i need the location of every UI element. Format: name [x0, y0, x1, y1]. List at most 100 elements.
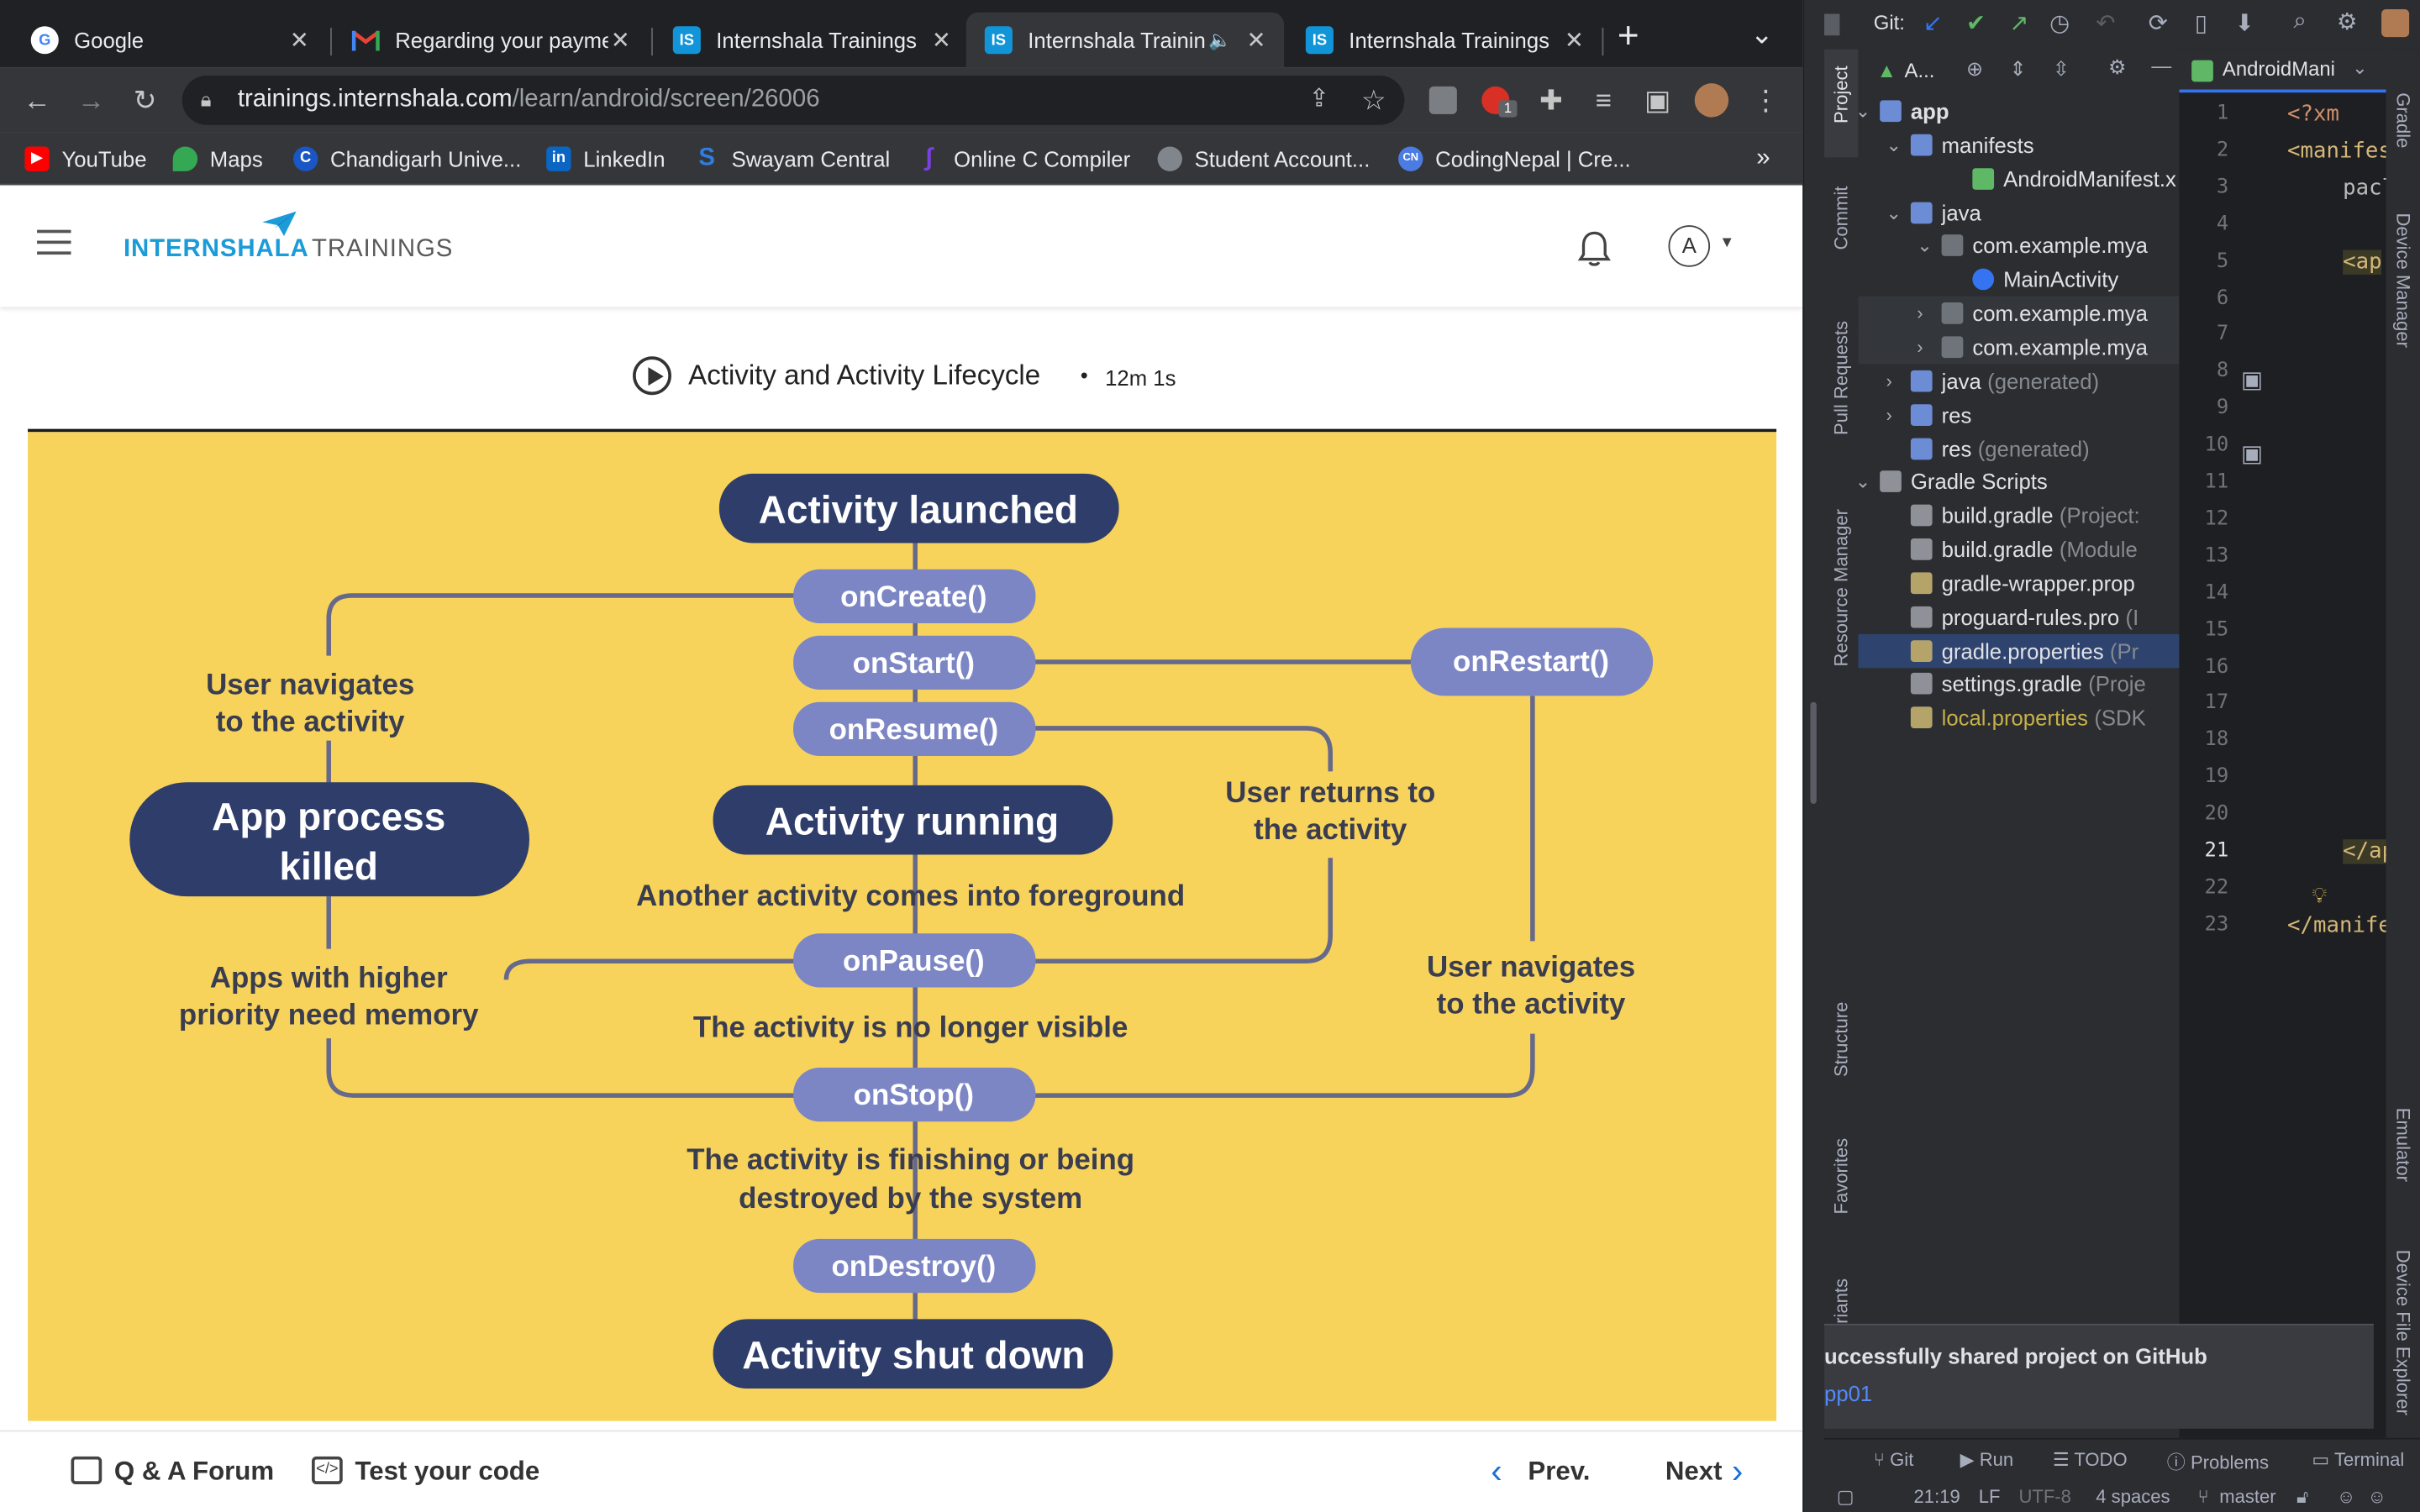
status-git[interactable]: ⑂ Git [1874, 1449, 1914, 1471]
code-editor[interactable]: 1 2 3 4 5 6 7 8 9 10 11 12 13 14 15 16 17 18 19 20 21 22 23 <?… [2179, 49, 2420, 1438]
chevron-right-icon[interactable]: › [1886, 364, 1904, 397]
puzzle-icon[interactable]: ✚ [1533, 81, 1570, 118]
bell-icon[interactable] [1577, 230, 1611, 276]
tree-item[interactable]: AndroidManifest.x [1858, 161, 2179, 195]
qa-forum-button[interactable]: Q & A Forum [114, 1457, 274, 1488]
test-code-button[interactable]: Test your code [355, 1457, 539, 1488]
tree-item[interactable]: ⌄ manifests [1858, 128, 2179, 161]
tool-emulator[interactable]: Emulator [2392, 1108, 2414, 1182]
bookmark-maps[interactable]: Maps [172, 145, 263, 173]
chevron-right-icon[interactable]: › [1732, 1452, 1743, 1492]
tab-internshala-3[interactable]: IS Internshala Trainings ✕ [1287, 13, 1602, 68]
tree-item[interactable]: gradle.properties (Pr [1858, 633, 2180, 668]
resize-handle[interactable] [1810, 701, 1817, 804]
close-icon[interactable]: ✕ [1562, 26, 1586, 54]
bookmark-linkedin[interactable]: in LinkedIn [546, 145, 666, 173]
minimize-icon[interactable]: — [2151, 54, 2171, 77]
chevron-right-icon[interactable]: › [1917, 297, 1935, 330]
user-avatar[interactable]: A [1668, 225, 1711, 267]
rollback-icon[interactable]: ↶ [2096, 9, 2115, 37]
tree-item[interactable]: › java (generated) [1858, 364, 2179, 397]
bookmark-swayam[interactable]: S Swayam Central [695, 145, 890, 173]
tree-item[interactable]: build.gradle (Module [1858, 533, 2179, 566]
tab-search-button[interactable]: ⌄ [1750, 18, 1774, 51]
gradle-sync-icon[interactable]: ⟳ [2149, 9, 2168, 37]
close-icon[interactable]: ✕ [608, 26, 633, 54]
tool-structure[interactable]: Structure [1830, 1002, 1852, 1077]
address-bar[interactable]: 🔒︎ trainings.internshala.com/learn/andro… [182, 76, 1405, 125]
git-push-icon[interactable]: ↗ [2009, 9, 2028, 37]
play-circle-icon[interactable] [633, 356, 671, 396]
tool-device-file-explorer[interactable]: Device File Explorer [2392, 1250, 2414, 1415]
menu-kebab-icon[interactable]: ⋮ [1747, 81, 1784, 118]
tab-internshala-active[interactable]: IS Internshala Trainin 🔈 ✕ [965, 12, 1285, 68]
tree-item[interactable]: build.gradle (Project: [1858, 499, 2179, 533]
tool-device-manager[interactable]: Device Manager [2392, 213, 2414, 347]
status-todo[interactable]: ☰ TODO [2053, 1449, 2128, 1471]
tree-item[interactable]: ⌄ Gradle Scripts [1858, 465, 2179, 498]
bookmark-student-account[interactable]: Student Account... [1157, 145, 1370, 173]
tree-item[interactable]: local.properties (SDK [1858, 701, 2179, 734]
bookmark-youtube[interactable]: ▶ YouTube [24, 145, 147, 173]
status-terminal[interactable]: ▭ Terminal [2312, 1449, 2404, 1471]
speaker-icon[interactable]: 🔈 [1208, 29, 1231, 51]
ide-avatar[interactable] [2381, 9, 2410, 38]
tool-resource-manager[interactable]: Resource Manager [1830, 509, 1852, 666]
chevron-down-icon[interactable]: ⌄ [1886, 195, 1904, 228]
side-panel-icon[interactable]: ▣ [1639, 81, 1676, 118]
next-button[interactable]: Next [1665, 1457, 1723, 1488]
status-window-icon[interactable]: ▢ [1837, 1486, 1854, 1508]
status-cursor-position[interactable]: 21:19 [1914, 1486, 1960, 1508]
chevron-down-icon[interactable]: ⌄ [1858, 94, 1873, 128]
close-icon[interactable]: ✕ [1244, 26, 1268, 54]
tab-internshala-1[interactable]: IS Internshala Trainings ✕ [655, 13, 970, 68]
bookmark-chandigarh[interactable]: C Chandigarh Unive... [292, 145, 521, 173]
prev-button[interactable]: Prev. [1528, 1457, 1590, 1488]
tool-pull-requests[interactable]: Pull Requests [1830, 321, 1852, 435]
extension-red-icon[interactable]: 1 [1477, 81, 1518, 118]
tree-item[interactable]: › com.example.mya [1858, 296, 2180, 331]
lightbulb-icon[interactable]: 💡︎ [2312, 883, 2327, 909]
notification-link[interactable]: pp01 [1824, 1381, 1872, 1405]
chevron-right-icon[interactable]: › [1886, 397, 1904, 431]
tree-item[interactable]: settings.gradle (Proje [1858, 667, 2179, 701]
expand-all-icon[interactable]: ⇕ [2009, 57, 2026, 81]
reload-icon[interactable]: ↻ [127, 81, 164, 118]
tree-item[interactable]: gradle-wrapper.prop [1858, 566, 2179, 600]
tool-build-variants[interactable]: riants [1830, 1278, 1852, 1324]
tool-commit[interactable]: Commit [1830, 186, 1852, 250]
github-share-notification[interactable]: uccessfully shared project on GitHub pp0… [1824, 1323, 2374, 1429]
tool-project[interactable]: Project [1830, 66, 1852, 123]
bookmark-codingnepal[interactable]: CN CodingNepal | Cre... [1398, 145, 1631, 173]
lock-icon[interactable]: 🔓︎ [2296, 1486, 2308, 1509]
tool-favorites[interactable]: Favorites [1830, 1138, 1852, 1215]
device-manager-icon[interactable]: ▯ [2195, 9, 2207, 37]
target-icon[interactable]: ⊕ [1966, 57, 1983, 81]
status-run[interactable]: ▶ Run [1960, 1449, 2014, 1471]
hamburger-icon[interactable] [37, 229, 71, 255]
profile-avatar[interactable] [1693, 81, 1730, 118]
collapse-all-icon[interactable]: ⇳ [2053, 57, 2070, 81]
search-icon[interactable]: ⌕ [2293, 8, 2306, 34]
status-problems[interactable]: ⓘ Problems [2167, 1449, 2269, 1475]
tab-list-chevron-icon[interactable]: ⌄ [2352, 57, 2367, 79]
tree-item[interactable]: res (generated) [1858, 431, 2179, 465]
forward-icon[interactable]: → [72, 81, 109, 118]
extension-grey-icon[interactable] [1424, 81, 1461, 118]
tab-gmail[interactable]: Regarding your payme ✕ [334, 13, 649, 68]
chevron-down-icon[interactable]: ▼ [1719, 234, 1734, 251]
chevron-left-icon[interactable]: ‹ [1491, 1452, 1502, 1492]
new-tab-button[interactable]: + [1618, 18, 1639, 55]
bookmark-online-c[interactable]: ∫ Online C Compiler [917, 145, 1131, 173]
history-icon[interactable]: ◷ [2049, 9, 2070, 37]
chevron-down-icon[interactable]: ⌄ [1858, 465, 1873, 498]
smiley-icon[interactable]: ☺ [2368, 1486, 2387, 1508]
smiley-icon[interactable]: ☺ [2337, 1486, 2356, 1508]
chevron-right-icon[interactable]: › [1917, 330, 1935, 364]
bookmarks-overflow[interactable]: » [1756, 145, 1770, 173]
stop-icon[interactable] [1824, 13, 1840, 36]
window-divider[interactable] [1802, 0, 1825, 1512]
status-branch[interactable]: master [2219, 1486, 2275, 1508]
settings-icon[interactable]: ⚙ [2337, 8, 2358, 35]
close-icon[interactable]: ✕ [287, 26, 312, 54]
